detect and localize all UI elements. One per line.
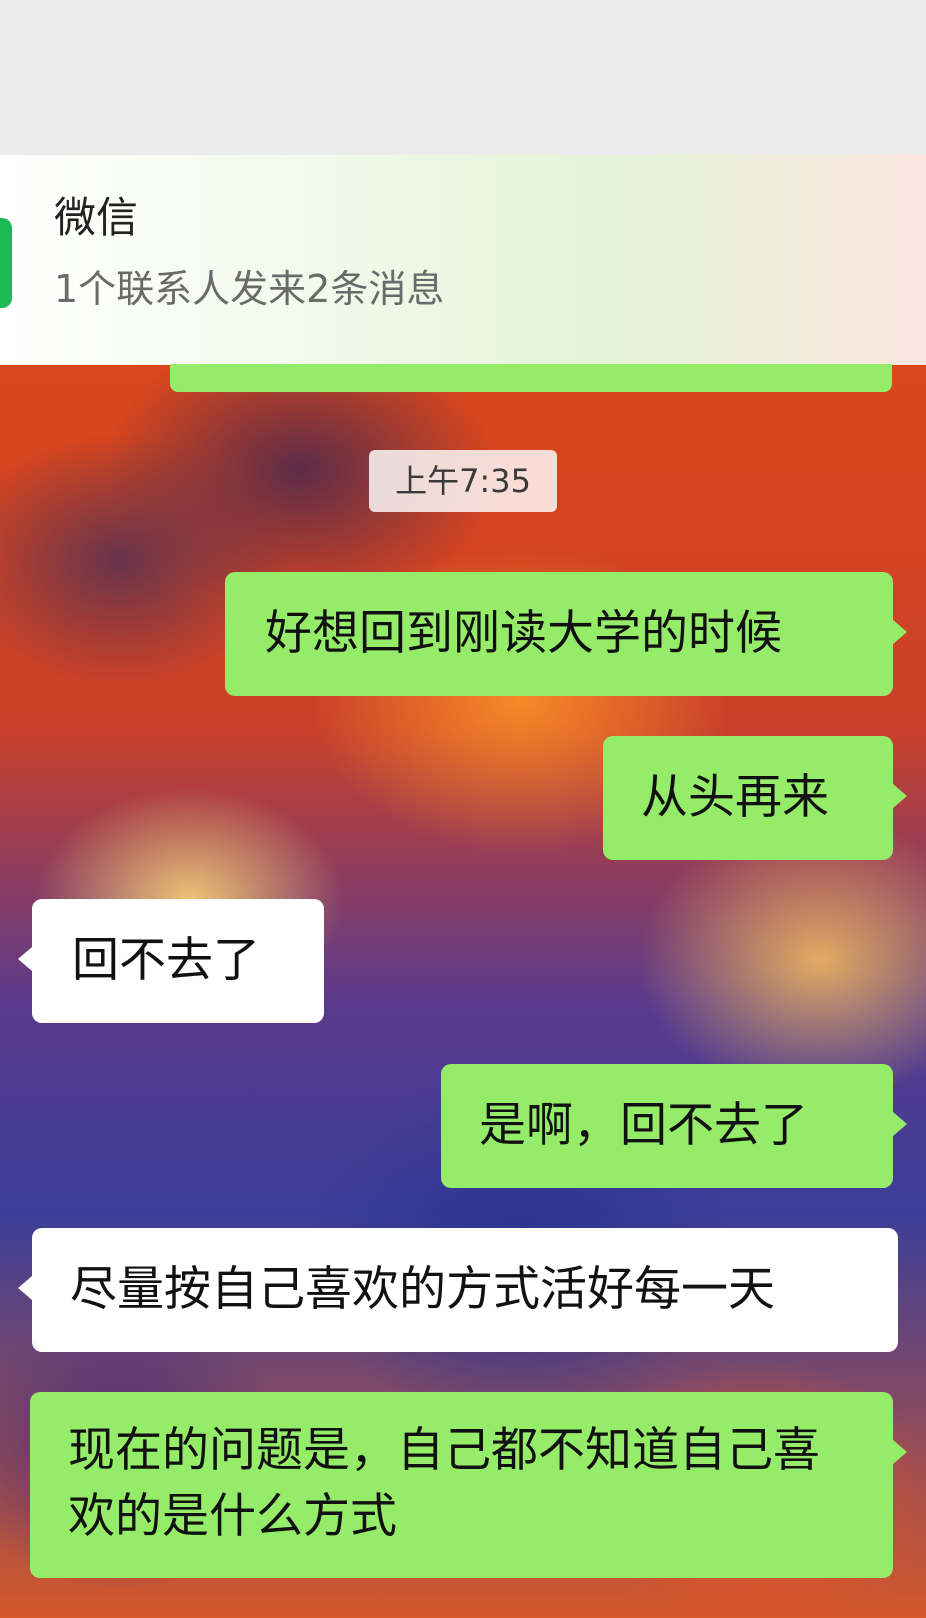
wechat-app-icon [0, 218, 12, 308]
message-bubble-outgoing[interactable]: 现在的问题是，自己都不知道自己喜欢的是什么方式 [30, 1392, 907, 1578]
message-bubble-outgoing[interactable]: 是啊，回不去了 [441, 1064, 907, 1188]
message-bubble-incoming[interactable]: 回不去了 [18, 899, 324, 1023]
notification-banner[interactable] [0, 155, 926, 365]
notification-app-name: 微信 [54, 193, 139, 242]
message-bubble-outgoing[interactable]: 从头再来 [603, 736, 907, 860]
message-bubble-outgoing[interactable]: 好想回到刚读大学的时候 [225, 572, 907, 696]
notification-summary: 1个联系人发来2条消息 [54, 267, 445, 311]
top-bar [0, 0, 926, 155]
message-bubble-partial[interactable] [170, 364, 892, 392]
message-bubble-incoming[interactable]: 尽量按自己喜欢的方式活好每一天 [18, 1228, 898, 1352]
message-timestamp: 上午7:35 [369, 450, 557, 512]
